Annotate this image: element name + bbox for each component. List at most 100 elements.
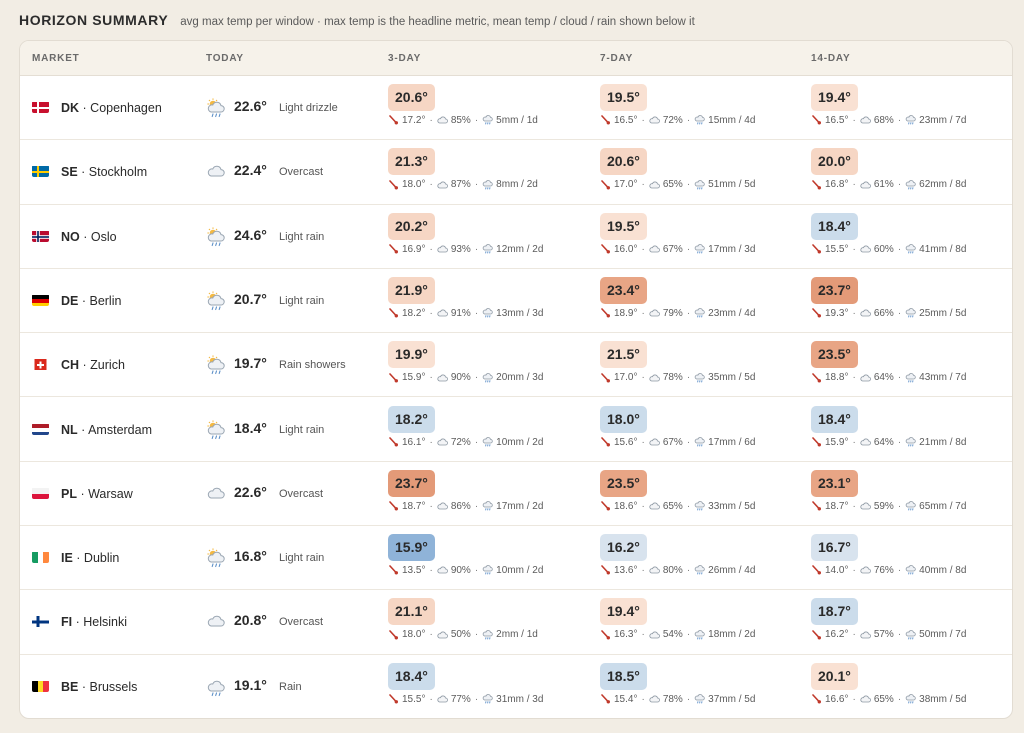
rain-icon	[482, 694, 493, 705]
flag-se-icon	[32, 165, 49, 178]
cell-7-day: 18.0° 15.6° · 67% · 17mm / 6d	[600, 405, 755, 448]
max-temp-badge: 18.5°	[600, 662, 647, 690]
rain-icon	[905, 501, 916, 512]
column-header-3-day[interactable]: 3-DAY	[388, 53, 421, 64]
mean-temp: 18.8°	[825, 372, 849, 384]
table-row[interactable]: BE · Brussels 19.1° Rain 18.4° 15.5° · 77% · 31m…	[20, 655, 1012, 718]
mean-temp: 16.3°	[614, 629, 638, 641]
separator: ·	[641, 179, 645, 191]
rain-icon	[905, 565, 916, 576]
cloud-icon	[649, 115, 660, 126]
window-details: 13.6° · 80% · 26mm / 4d	[600, 565, 755, 576]
thermometer-icon	[811, 501, 822, 512]
column-header-market[interactable]: MARKET	[32, 53, 80, 64]
mean-temp: 14.0°	[825, 565, 849, 577]
page-header: HORIZON SUMMARY avg max temp per window …	[19, 12, 695, 28]
table-row[interactable]: SE · Stockholm 22.4° Overcast 21.3° 18.0° · 87…	[20, 140, 1012, 205]
table-row[interactable]: IE · Dublin 16.8° Light rain 15.9° 13.5° · 90%…	[20, 526, 1012, 591]
separator: ·	[686, 565, 691, 577]
mean-temp: 16.5°	[825, 115, 849, 126]
mean-temp: 16.2°	[825, 629, 849, 641]
separator: ·	[686, 179, 691, 191]
rain-total: 50mm / 7d	[919, 629, 967, 641]
separator: ·	[852, 115, 856, 126]
today-temp: 19.1°	[234, 676, 267, 693]
column-header-14-day[interactable]: 14-DAY	[811, 53, 850, 64]
table-row[interactable]: NO · Oslo 24.6° Light rain 20.2° 16.9° · 93% · 1…	[20, 205, 1012, 269]
thermometer-icon	[600, 372, 611, 383]
table-row[interactable]: CH · Zurich 19.7° Rain showers 19.9° 15.9° · 9…	[20, 333, 1012, 398]
thermometer-icon	[600, 115, 611, 126]
column-header-7-day[interactable]: 7-DAY	[600, 53, 633, 64]
cloud-icon	[437, 308, 448, 319]
thermometer-icon	[388, 244, 399, 255]
mean-temp: 17.2°	[402, 115, 426, 126]
cloud-icon	[437, 694, 448, 705]
market-city: Stockholm	[88, 165, 148, 180]
table-row[interactable]: DK · Copenhagen 22.6° Light drizzle 20.6° 17…	[20, 76, 1012, 141]
separator: ·	[474, 372, 479, 384]
column-header-today[interactable]: TODAY	[206, 53, 244, 64]
cell-7-day: 23.5° 18.6° · 65% · 33mm / 5d	[600, 469, 755, 512]
cloud-icon	[649, 437, 660, 448]
rain-total: 43mm / 7d	[919, 372, 967, 384]
cell-3-day: 21.1° 18.0° · 50% · 2mm / 1d	[388, 598, 538, 640]
market-name: DE · Berlin	[61, 293, 122, 308]
separator: ·	[897, 693, 902, 705]
mean-temp: 15.4°	[614, 693, 638, 705]
thermometer-icon	[388, 629, 399, 640]
mean-temp: 16.9°	[402, 243, 426, 255]
table-row[interactable]: PL · Warsaw 22.6° Overcast 23.7° 18.7° · 86% · 1…	[20, 462, 1012, 527]
mean-temp: 17.0°	[614, 372, 638, 384]
summary-table: MARKET TODAY 3-DAY 7-DAY 14-DAY DK · Cop…	[19, 40, 1013, 719]
today-condition: Rain showers	[279, 359, 346, 372]
rain-total: 15mm / 4d	[708, 115, 756, 126]
market-name: CH · Zurich	[61, 358, 125, 373]
max-temp-badge: 23.5°	[600, 469, 647, 497]
mean-temp: 18.2°	[402, 307, 426, 319]
window-details: 15.9° · 90% · 20mm / 3d	[388, 372, 543, 383]
max-temp-badge: 23.7°	[811, 276, 858, 304]
rain-total: 2mm / 1d	[496, 629, 538, 641]
separator: ·	[852, 372, 856, 384]
rain-icon	[482, 179, 493, 190]
rain-total: 26mm / 4d	[708, 565, 756, 577]
window-details: 15.4° · 78% · 37mm / 5d	[600, 694, 755, 705]
market-city: Brussels	[89, 679, 138, 694]
cloud-icon	[437, 115, 448, 126]
cell-14-day: 18.4° 15.5° · 60% · 41mm / 8d	[811, 212, 966, 255]
window-details: 13.5° · 90% · 10mm / 2d	[388, 565, 543, 576]
window-details: 16.6° · 65% · 38mm / 5d	[811, 694, 966, 705]
thermometer-icon	[600, 565, 611, 576]
thermometer-icon	[811, 565, 822, 576]
cloud-cover: 78%	[662, 372, 683, 384]
mean-temp: 17.0°	[614, 179, 638, 191]
today-condition: Light rain	[279, 294, 325, 307]
window-details: 16.5° · 72% · 15mm / 4d	[600, 115, 755, 126]
market-name: DK · Copenhagen	[61, 101, 162, 115]
cell-3-day: 20.6° 17.2° · 85% · 5mm / 1d	[388, 84, 538, 126]
window-details: 18.8° · 64% · 43mm / 7d	[811, 372, 966, 383]
separator: ·	[429, 115, 433, 126]
max-temp-badge: 21.5°	[600, 341, 647, 369]
cloud-cover: 61%	[873, 179, 894, 191]
table-row[interactable]: NL · Amsterdam 18.4° Light rain 18.2° 16.1° ·…	[20, 398, 1012, 462]
market-city: Copenhagen	[90, 101, 162, 115]
thermometer-icon	[811, 694, 822, 705]
sun-rain-icon	[206, 227, 226, 247]
cloud-icon	[649, 629, 660, 640]
rain-icon	[694, 501, 705, 512]
cloud-cover: 85%	[450, 115, 471, 126]
cloud-cover: 77%	[450, 693, 471, 705]
rain-icon	[905, 629, 916, 640]
cloud-icon	[860, 501, 871, 512]
cell-3-day: 19.9° 15.9° · 90% · 20mm / 3d	[388, 341, 543, 383]
thermometer-icon	[388, 437, 399, 448]
table-row[interactable]: FI · Helsinki 20.8° Overcast 21.1° 18.0° · 50%…	[20, 590, 1012, 655]
rain-icon	[482, 629, 493, 640]
cloud-icon	[649, 308, 660, 319]
table-row[interactable]: DE · Berlin 20.7° Light rain 21.9° 18.2° · 91%…	[20, 269, 1012, 334]
rain-icon	[694, 308, 705, 319]
thermometer-icon	[600, 437, 611, 448]
separator: ·	[641, 500, 645, 512]
